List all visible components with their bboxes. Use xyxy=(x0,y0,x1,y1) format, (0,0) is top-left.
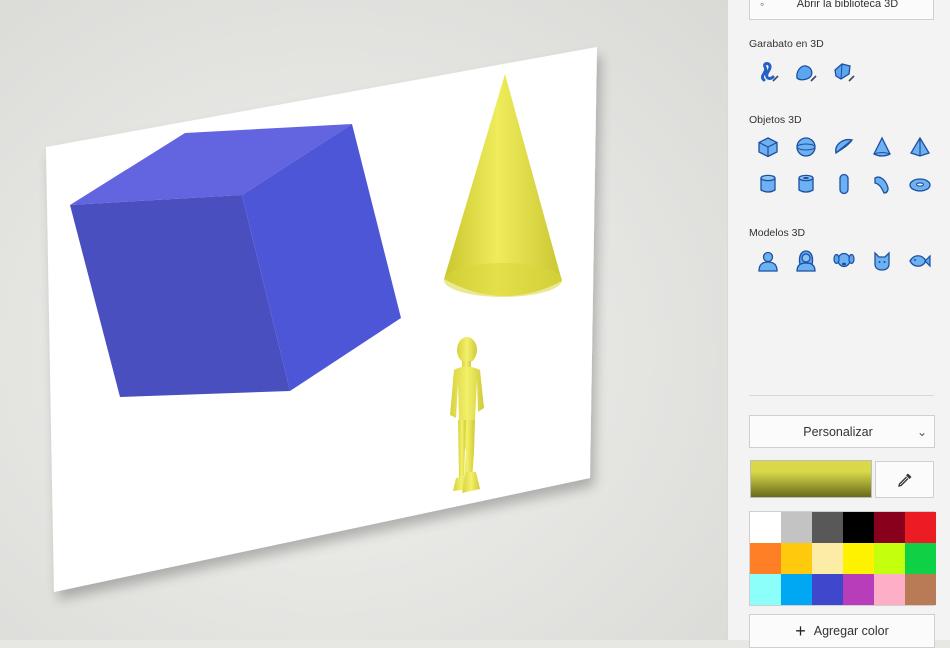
curved-tube-icon[interactable] xyxy=(863,169,901,199)
man-model-icon[interactable] xyxy=(749,246,787,276)
doodle-3d-title: Garabato en 3D xyxy=(749,38,824,50)
woman-model-icon[interactable] xyxy=(787,246,825,276)
objects-3d-row-1 xyxy=(749,132,939,162)
donut-icon[interactable] xyxy=(901,169,939,199)
material-dropdown[interactable]: Personalizar ⌄ xyxy=(749,415,935,448)
palette-swatch[interactable] xyxy=(750,543,781,574)
cone-icon[interactable] xyxy=(863,132,901,162)
models-3d-title: Modelos 3D xyxy=(749,227,806,239)
doodle-3d-tools xyxy=(749,57,863,87)
library-3d-icon: ◦ xyxy=(760,0,765,11)
palette-swatch[interactable] xyxy=(905,574,936,605)
palette-swatch[interactable] xyxy=(874,574,905,605)
palette-swatch[interactable] xyxy=(812,543,843,574)
models-3d-tools xyxy=(749,246,939,276)
add-color-label: Agregar color xyxy=(813,624,889,638)
palette-swatch[interactable] xyxy=(750,574,781,605)
hemisphere-icon[interactable] xyxy=(825,132,863,162)
palette-swatch[interactable] xyxy=(781,543,812,574)
chevron-down-icon: ⌄ xyxy=(916,424,928,439)
scene-canvas[interactable] xyxy=(0,0,727,640)
tool-panel: ◦ Abrir la biblioteca 3D Garabato en 3D … xyxy=(727,0,950,648)
pyramid-icon[interactable] xyxy=(901,132,939,162)
plus-icon: + xyxy=(795,621,806,641)
sharp-doodle-icon[interactable] xyxy=(825,57,863,87)
open-3d-library-button[interactable]: ◦ Abrir la biblioteca 3D xyxy=(749,0,934,20)
palette-swatch[interactable] xyxy=(905,512,936,543)
cat-model-icon[interactable] xyxy=(863,246,901,276)
palette-swatch[interactable] xyxy=(843,574,874,605)
palette-swatch[interactable] xyxy=(874,512,905,543)
palette-swatch[interactable] xyxy=(843,543,874,574)
palette-swatch[interactable] xyxy=(843,512,874,543)
palette-swatch[interactable] xyxy=(905,543,936,574)
palette-swatch[interactable] xyxy=(874,543,905,574)
capsule-icon[interactable] xyxy=(825,169,863,199)
objects-3d-row-2 xyxy=(749,169,939,199)
palette-swatch[interactable] xyxy=(812,512,843,543)
tube-icon[interactable] xyxy=(787,169,825,199)
color-palette xyxy=(749,511,936,606)
panel-divider xyxy=(749,395,934,396)
add-color-button[interactable]: + Agregar color xyxy=(749,614,935,648)
palette-swatch[interactable] xyxy=(781,574,812,605)
fish-model-icon[interactable] xyxy=(901,246,939,276)
3d-viewport[interactable] xyxy=(0,0,727,640)
sphere-icon[interactable] xyxy=(787,132,825,162)
objects-3d-title: Objetos 3D xyxy=(749,114,802,126)
eyedropper-icon xyxy=(897,473,911,487)
palette-swatch[interactable] xyxy=(781,512,812,543)
tube-doodle-icon[interactable] xyxy=(749,57,787,87)
material-dropdown-value: Personalizar xyxy=(803,424,873,439)
cone-base xyxy=(444,263,562,297)
open-3d-library-label: Abrir la biblioteca 3D xyxy=(796,0,899,10)
cylinder-icon[interactable] xyxy=(749,169,787,199)
current-color-swatch[interactable] xyxy=(750,460,872,498)
soft-doodle-icon[interactable] xyxy=(787,57,825,87)
dog-model-icon[interactable] xyxy=(825,246,863,276)
cube-icon[interactable] xyxy=(749,132,787,162)
palette-swatch[interactable] xyxy=(750,512,781,543)
eyedropper-button[interactable] xyxy=(875,461,934,498)
palette-swatch[interactable] xyxy=(812,574,843,605)
